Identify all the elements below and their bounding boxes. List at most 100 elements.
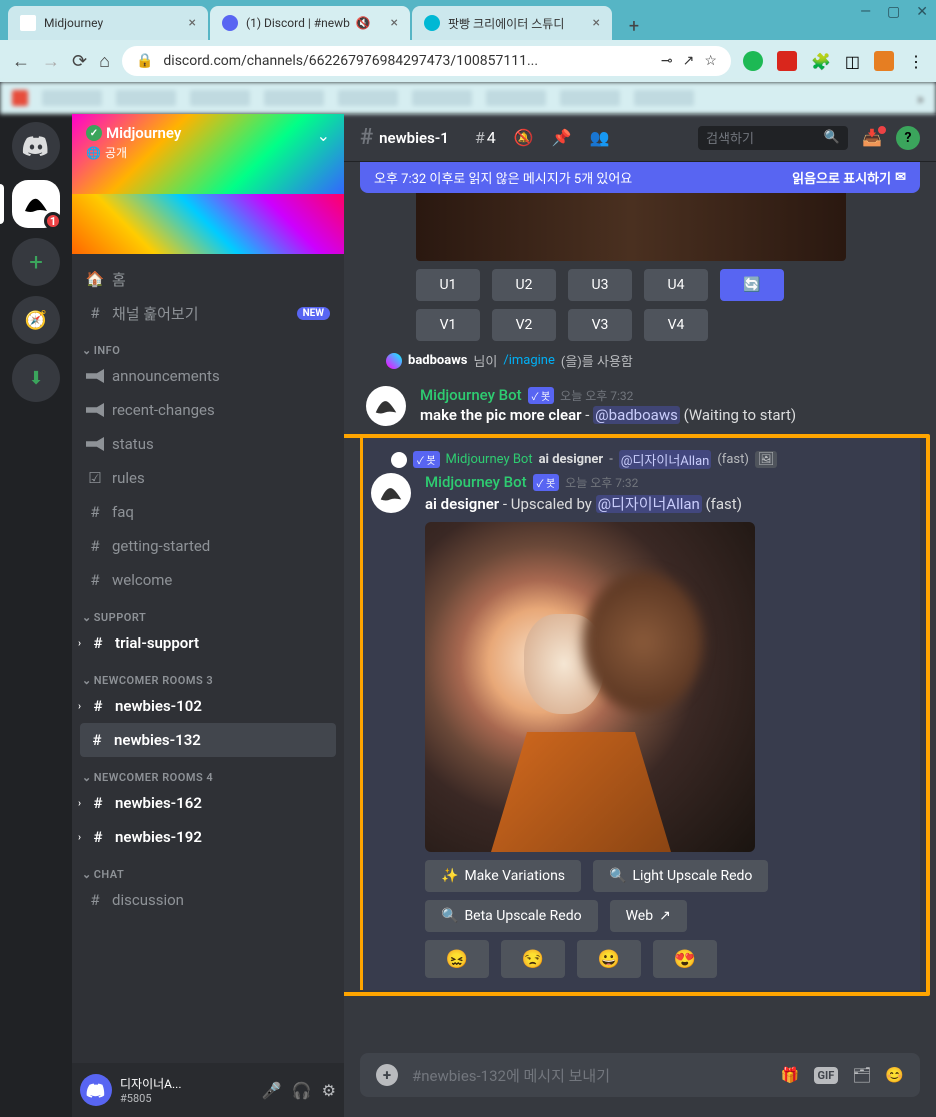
attachment-button[interactable]: + bbox=[376, 1064, 398, 1086]
sticker-icon[interactable]: 🗂 bbox=[852, 1066, 871, 1084]
home-button[interactable]: ⌂ bbox=[99, 51, 110, 72]
channel-status[interactable]: status bbox=[72, 427, 344, 461]
channel-list[interactable]: 🏠 홈 # 채널 훑어보기 NEW ⌄INFO announcements re… bbox=[72, 254, 344, 1063]
search-input[interactable]: 검색하기 🔍 bbox=[698, 126, 848, 150]
pin-icon[interactable]: 📌 bbox=[552, 128, 572, 147]
chevron-down-icon[interactable]: ⌄ bbox=[317, 126, 330, 145]
sidepanel-icon[interactable]: ◫ bbox=[845, 52, 860, 71]
variation-v1-button[interactable]: V1 bbox=[416, 309, 480, 341]
browser-tab-discord[interactable]: (1) Discord | #newb 🔇 × bbox=[210, 6, 410, 40]
minimize-icon[interactable]: — bbox=[860, 4, 871, 20]
user-mention[interactable]: @badboaws bbox=[593, 406, 680, 424]
star-icon[interactable]: ☆ bbox=[704, 53, 717, 69]
inbox-icon[interactable]: 📥 bbox=[862, 128, 882, 147]
image-attachment-prev[interactable] bbox=[416, 193, 846, 261]
gift-icon[interactable]: 🎁 bbox=[781, 1066, 800, 1084]
browser-tab-podbbang[interactable]: 팟빵 크리에이터 스튜디 × bbox=[412, 6, 612, 40]
back-button[interactable]: ← bbox=[12, 51, 30, 72]
gif-button[interactable]: GIF bbox=[814, 1067, 839, 1084]
message-list[interactable]: U1 U2 U3 U4 🔄 V1 V2 V3 V4 badboaws 님이 /i… bbox=[344, 193, 936, 1041]
profile-avatar[interactable] bbox=[874, 51, 894, 71]
channel-faq[interactable]: #faq bbox=[72, 495, 344, 529]
shazam-icon[interactable] bbox=[743, 51, 763, 71]
gear-icon[interactable]: ⚙ bbox=[322, 1081, 336, 1100]
reply-username[interactable]: badboaws bbox=[408, 353, 467, 368]
variation-v3-button[interactable]: V3 bbox=[568, 309, 632, 341]
channel-recent-changes[interactable]: recent-changes bbox=[72, 393, 344, 427]
channel-getting-started[interactable]: #getting-started bbox=[72, 529, 344, 563]
unread-banner[interactable]: 오후 7:32 이후로 읽지 않은 메시지가 5개 있어요 읽음으로 표시하기 … bbox=[360, 162, 920, 193]
share-icon[interactable]: ↗ bbox=[683, 53, 695, 69]
new-badge: NEW bbox=[297, 307, 330, 320]
server-banner bbox=[72, 194, 344, 254]
bookmarks-overflow-icon[interactable]: » bbox=[917, 89, 925, 108]
channel-trial-support[interactable]: ›#trial-support bbox=[72, 626, 344, 660]
channel-sidebar: ✓ Midjourney 🌐 공개 ⌄ 🏠 홈 # 채널 훑어보기 NEW ⌄I… bbox=[72, 114, 344, 1117]
help-button[interactable]: ? bbox=[896, 126, 920, 150]
discord-app: 1 + 🧭 ⬇ ✓ Midjourney 🌐 공개 ⌄ 🏠 홈 # bbox=[0, 114, 936, 1117]
pdf-icon[interactable] bbox=[777, 51, 797, 71]
url-text: discord.com/channels/662267976984297473/… bbox=[163, 53, 538, 69]
bot-avatar[interactable] bbox=[366, 386, 406, 426]
close-icon[interactable]: × bbox=[391, 15, 398, 31]
upscale-u3-button[interactable]: U3 bbox=[568, 269, 632, 301]
channel-discussion[interactable]: #discussion bbox=[72, 883, 344, 917]
channel-rules[interactable]: ☑rules bbox=[72, 461, 344, 495]
browser-tab-midjourney[interactable]: Midjourney × bbox=[8, 6, 208, 40]
channel-newbies-102[interactable]: ›#newbies-102 bbox=[72, 689, 344, 723]
add-server-button[interactable]: + bbox=[12, 238, 60, 286]
category-info[interactable]: ⌄INFO bbox=[72, 330, 344, 359]
channel-newbies-132[interactable]: #newbies-132 bbox=[80, 723, 336, 757]
close-icon[interactable]: ✕ bbox=[916, 4, 928, 20]
channel-announcements[interactable]: announcements bbox=[72, 359, 344, 393]
members-icon[interactable]: 👥 bbox=[590, 128, 610, 147]
tab-audio-icon[interactable]: 🔇 bbox=[356, 16, 371, 30]
close-icon[interactable]: × bbox=[593, 15, 600, 31]
threads-icon[interactable]: #4 bbox=[475, 128, 496, 147]
variation-v4-button[interactable]: V4 bbox=[644, 309, 708, 341]
close-icon[interactable]: × bbox=[189, 15, 196, 31]
category-support[interactable]: ⌄SUPPORT bbox=[72, 597, 344, 626]
user-avatar-small bbox=[386, 353, 402, 369]
forward-button[interactable]: → bbox=[42, 51, 60, 72]
generated-image[interactable] bbox=[425, 522, 755, 852]
main-content: # newbies-1 #4 🔕 📌 👥 검색하기 🔍 📥 ? 오후 7:32 … bbox=[344, 114, 936, 1117]
menu-icon[interactable]: ⋮ bbox=[908, 52, 924, 71]
channel-newbies-162[interactable]: ›#newbies-162 bbox=[72, 786, 344, 820]
discord-home-button[interactable] bbox=[12, 122, 60, 170]
maximize-icon[interactable]: ▢ bbox=[887, 4, 900, 20]
category-newcomer-3[interactable]: ⌄NEWCOMER ROOMS 3 bbox=[72, 660, 344, 689]
user-avatar[interactable] bbox=[80, 1074, 112, 1106]
upscale-u1-button[interactable]: U1 bbox=[416, 269, 480, 301]
command-name[interactable]: /imagine bbox=[503, 353, 555, 368]
new-tab-button[interactable]: + bbox=[620, 12, 648, 40]
bot-tag: ✓ 봇 bbox=[528, 387, 555, 404]
message-input[interactable]: + #newbies-132에 메시지 보내기 🎁 GIF 🗂 😊 bbox=[360, 1053, 920, 1097]
bot-name[interactable]: Midjourney Bot bbox=[420, 386, 522, 404]
headphones-icon[interactable]: 🎧 bbox=[292, 1081, 312, 1100]
upscale-u4-button[interactable]: U4 bbox=[644, 269, 708, 301]
channel-welcome[interactable]: #welcome bbox=[72, 563, 344, 597]
server-midjourney[interactable]: 1 bbox=[12, 180, 60, 228]
extensions-icon[interactable]: 🧩 bbox=[811, 52, 831, 71]
category-chat[interactable]: ⌄CHAT bbox=[72, 854, 344, 883]
sidebar-home[interactable]: 🏠 홈 bbox=[72, 262, 344, 296]
user-info[interactable]: 디자이너A... #5805 bbox=[120, 1075, 254, 1105]
notification-mute-icon[interactable]: 🔕 bbox=[514, 128, 534, 147]
download-apps-button[interactable]: ⬇ bbox=[12, 354, 60, 402]
address-bar[interactable]: 🔒 discord.com/channels/66226797698429747… bbox=[122, 46, 731, 76]
reload-button[interactable]: ⟳ bbox=[72, 51, 87, 72]
server-notification-badge: 1 bbox=[44, 212, 62, 230]
explore-servers-button[interactable]: 🧭 bbox=[12, 296, 60, 344]
variation-v2-button[interactable]: V2 bbox=[492, 309, 556, 341]
mark-read-button[interactable]: 읽음으로 표시하기 ✉ bbox=[792, 168, 906, 187]
channel-newbies-192[interactable]: ›#newbies-192 bbox=[72, 820, 344, 854]
mic-mute-icon[interactable]: 🎤 bbox=[262, 1081, 282, 1100]
emoji-picker-icon[interactable]: 😊 bbox=[885, 1066, 904, 1084]
key-icon[interactable]: ⊸ bbox=[661, 53, 673, 69]
category-newcomer-4[interactable]: ⌄NEWCOMER ROOMS 4 bbox=[72, 757, 344, 786]
server-header[interactable]: ✓ Midjourney 🌐 공개 ⌄ bbox=[72, 114, 344, 194]
upscale-u2-button[interactable]: U2 bbox=[492, 269, 556, 301]
sidebar-explore[interactable]: # 채널 훑어보기 NEW bbox=[72, 296, 344, 330]
reroll-button[interactable]: 🔄 bbox=[720, 269, 784, 301]
